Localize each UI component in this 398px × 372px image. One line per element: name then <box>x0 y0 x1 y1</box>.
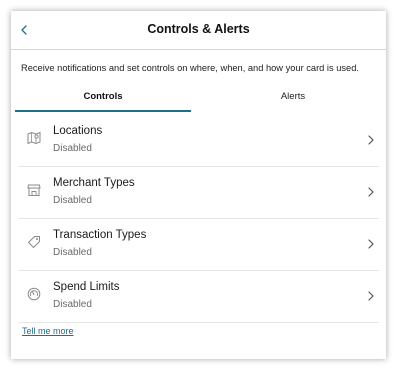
chevron-right-icon <box>368 239 374 249</box>
item-status: Disabled <box>53 195 92 206</box>
item-status: Disabled <box>53 247 92 258</box>
tab-bar: Controls Alerts <box>15 89 381 112</box>
description-text: Receive notifications and set controls o… <box>21 63 359 73</box>
tab-controls[interactable]: Controls <box>15 89 191 112</box>
list-item-transaction-types[interactable]: Transaction Types Disabled <box>19 219 379 271</box>
chevron-right-icon <box>368 291 374 301</box>
item-label: Locations <box>53 125 103 137</box>
list-item-spend-limits[interactable]: Spend Limits Disabled <box>19 271 379 323</box>
tag-icon <box>28 236 40 248</box>
chevron-right-icon <box>368 135 374 145</box>
map-icon <box>27 131 41 145</box>
storefront-icon <box>27 184 41 196</box>
panel-header: Controls & Alerts <box>11 11 386 50</box>
page-title: Controls & Alerts <box>147 22 250 36</box>
list-item-merchant-types[interactable]: Merchant Types Disabled <box>19 167 379 219</box>
item-label: Transaction Types <box>53 229 147 241</box>
controls-list: Locations Disabled Merchant Types Disabl… <box>19 115 379 323</box>
chevron-right-icon <box>368 187 374 197</box>
item-status: Disabled <box>53 143 92 154</box>
controls-alerts-panel: Controls & Alerts Receive notifications … <box>11 11 386 359</box>
item-label: Spend Limits <box>53 281 120 293</box>
list-item-locations[interactable]: Locations Disabled <box>19 115 379 167</box>
item-label: Merchant Types <box>53 177 135 189</box>
tab-alerts[interactable]: Alerts <box>205 89 381 112</box>
tell-me-more-link[interactable]: Tell me more <box>22 326 74 336</box>
gauge-icon <box>27 287 41 301</box>
item-status: Disabled <box>53 299 92 310</box>
